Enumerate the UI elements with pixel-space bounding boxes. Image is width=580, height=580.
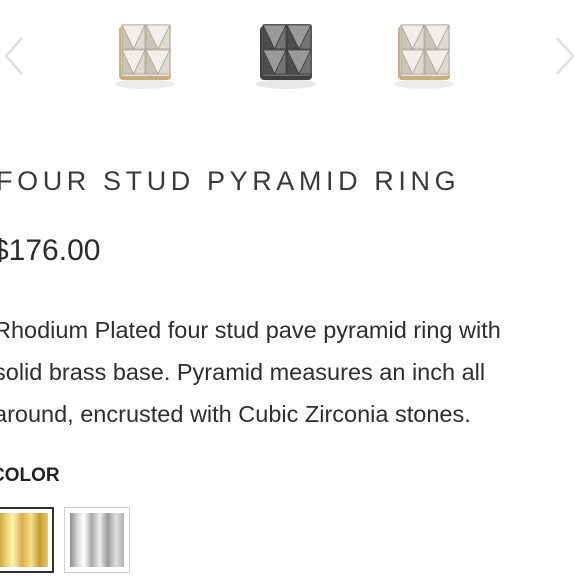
- carousel-prev-button[interactable]: [0, 34, 30, 78]
- image-carousel: [0, 0, 580, 105]
- thumbnail-ring-gold-2[interactable]: [384, 12, 464, 94]
- color-swatch-gold[interactable]: [0, 507, 54, 573]
- product-description: Rhodium Plated four stud pave pyramid ri…: [0, 309, 580, 435]
- color-swatch-silver[interactable]: [64, 507, 130, 573]
- product-title: FOUR STUD PYRAMID RING: [0, 166, 461, 196]
- description-line: Rhodium Plated four stud pave pyramid ri…: [0, 317, 501, 343]
- color-label: COLOR: [0, 465, 60, 486]
- carousel-next-button[interactable]: [549, 34, 579, 78]
- thumbnail-ring-gold-1[interactable]: [105, 12, 185, 94]
- silver-swatch-fill: [70, 513, 124, 567]
- ring-image: [394, 24, 454, 89]
- chevron-left-icon: [4, 37, 23, 75]
- description-line: solid brass base. Pyramid measures an in…: [0, 359, 486, 385]
- ring-image: [256, 24, 316, 89]
- description-line: around, encrusted with Cubic Zirconia st…: [0, 401, 471, 427]
- chevron-right-icon: [556, 37, 575, 75]
- ring-image: [115, 24, 175, 89]
- product-price: $176.00: [0, 234, 101, 267]
- thumbnail-ring-gunmetal[interactable]: [246, 12, 326, 94]
- gold-swatch-fill: [0, 513, 48, 567]
